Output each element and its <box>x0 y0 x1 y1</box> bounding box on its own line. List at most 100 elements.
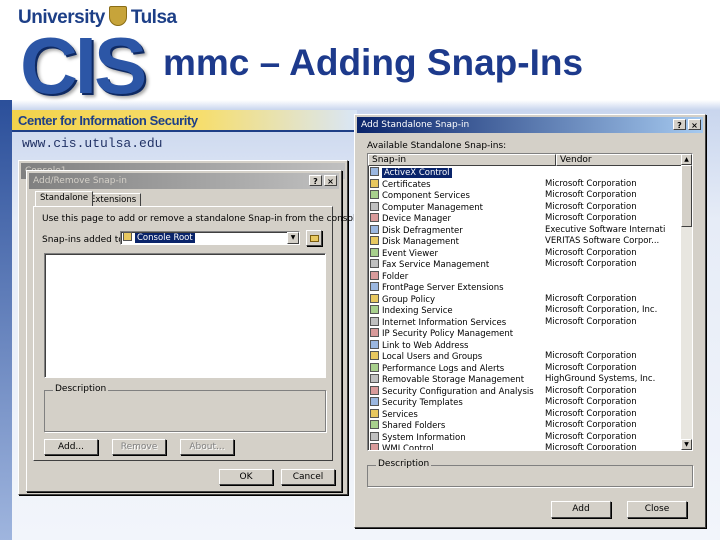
help-button[interactable]: ? <box>673 119 686 130</box>
added-snapins-list[interactable] <box>44 253 326 378</box>
center-banner: Center for Information Security <box>12 110 357 132</box>
snapin-row[interactable]: WMI Control Microsoft Corporation <box>370 443 680 451</box>
snapin-icon <box>370 293 379 303</box>
snapin-row[interactable]: Security Configuration and Analysis Micro… <box>370 385 680 398</box>
combo-field: Console Root ▼ <box>120 231 300 245</box>
snapin-vendor: Microsoft Corporation <box>545 431 637 442</box>
folder-up-icon <box>309 235 319 242</box>
cis-url[interactable]: www.cis.utulsa.edu <box>22 136 162 151</box>
snapin-row[interactable]: Disk Defragmenter Executive Software Inte… <box>370 224 680 237</box>
snapin-name-text: Disk Defragmenter <box>382 225 463 236</box>
snapin-name-text: Fax Service Management <box>382 260 490 270</box>
about-button[interactable]: About... <box>180 439 234 455</box>
snapin-icon <box>370 408 379 418</box>
snapin-row[interactable]: Internet Information Services Microsoft C… <box>370 316 680 329</box>
snapin-vendor: Microsoft Corporation <box>545 443 637 451</box>
snapin-icon <box>370 385 379 395</box>
snapin-row[interactable]: Disk Management VERITAS Software Corpor..… <box>370 236 680 248</box>
list-scrollbar[interactable]: ▲ ▼ <box>681 154 692 450</box>
snapin-name-text: Group Policy <box>382 294 436 305</box>
ok-button[interactable]: OK <box>219 469 273 485</box>
snapin-row[interactable]: Services Microsoft Corporation <box>370 408 680 421</box>
snapin-row[interactable]: Link to Web Address <box>370 339 680 352</box>
snapins-added-combo[interactable]: Console Root ▼ <box>120 231 300 245</box>
snapins-added-label: Snap-ins added to: <box>42 235 127 245</box>
snapin-vendor: Microsoft Corporation <box>545 247 637 258</box>
chevron-down-icon[interactable]: ▼ <box>287 232 299 244</box>
snapin-vendor: Microsoft Corporation <box>545 259 637 269</box>
tab-panel: Use this page to add or remove a standal… <box>33 206 364 461</box>
up-one-level-button[interactable] <box>306 230 322 246</box>
snapin-row[interactable]: Certificates Microsoft Corporation <box>370 178 680 191</box>
close-button[interactable]: × <box>324 175 337 186</box>
available-snapins-list[interactable]: Snap-in Vendor ActiveX Control Certificat… <box>367 153 693 451</box>
standalone-close-button[interactable]: Close <box>627 501 687 518</box>
snapin-row[interactable]: Computer Management Microsoft Corporation <box>370 201 680 214</box>
snapin-row[interactable]: Fax Service Management Microsoft Corporat… <box>370 259 680 271</box>
description-groupbox: Description <box>44 384 326 432</box>
snapin-row[interactable]: Component Services Microsoft Corporation <box>370 190 680 202</box>
snapin-icon <box>370 443 379 450</box>
snapin-row[interactable]: Device Manager Microsoft Corporation <box>370 213 680 225</box>
snapin-icon <box>370 247 379 257</box>
help-button[interactable]: ? <box>309 175 322 186</box>
add-button[interactable]: Add... <box>44 439 98 455</box>
snapin-vendor: Microsoft Corporation <box>545 213 637 223</box>
close-button[interactable]: × <box>688 119 701 130</box>
snapin-row[interactable]: Folder <box>370 270 680 283</box>
snapin-icon <box>370 282 379 291</box>
snapin-icon <box>370 201 379 211</box>
snapin-name-text: Device Manager <box>382 214 452 224</box>
snapin-row[interactable]: Event Viewer Microsoft Corporation <box>370 247 680 260</box>
snapin-icon <box>370 362 379 372</box>
standalone-titlebar[interactable]: Add Standalone Snap-in ? × <box>357 117 703 133</box>
list-header: Snap-in Vendor <box>368 154 692 166</box>
instruction-text: Use this page to add or remove a standal… <box>42 214 364 224</box>
snapin-icon <box>370 316 379 326</box>
snapin-icon <box>370 351 379 360</box>
slide-title: mmc – Adding Snap-Ins <box>163 42 584 83</box>
column-header-vendor[interactable]: Vendor <box>556 154 682 166</box>
snapin-vendor: Microsoft Corporation, Inc. <box>545 305 658 315</box>
snapin-name-text: Indexing Service <box>382 306 453 316</box>
add-remove-dialog: Add/Remove Snap-in ? × Standalone Extens… <box>26 170 364 492</box>
snapin-row[interactable]: Group Policy Microsoft Corporation <box>370 293 680 306</box>
snapin-icon <box>370 224 379 234</box>
remove-button[interactable]: Remove <box>112 439 166 455</box>
snapin-row[interactable]: Performance Logs and Alerts Microsoft Cor… <box>370 362 680 375</box>
snapin-row[interactable]: IP Security Policy Management <box>370 328 680 340</box>
snapin-row[interactable]: Local Users and Groups Microsoft Corporat… <box>370 351 680 363</box>
snapin-name-text: IP Security Policy Management <box>382 329 514 339</box>
snapin-vendor: Microsoft Corporation <box>545 293 637 304</box>
snapin-vendor: Microsoft Corporation <box>545 397 637 407</box>
snapin-vendor: Microsoft Corporation <box>545 178 637 189</box>
snapin-icon <box>370 236 379 245</box>
scroll-up-icon[interactable]: ▲ <box>681 154 692 165</box>
snapin-row[interactable]: FrontPage Server Extensions <box>370 282 680 294</box>
snapin-row[interactable]: System Information Microsoft Corporation <box>370 431 680 444</box>
snapin-row[interactable]: Security Templates Microsoft Corporation <box>370 397 680 409</box>
tab-standalone[interactable]: Standalone <box>35 191 94 206</box>
snapin-vendor: Microsoft Corporation <box>545 420 637 430</box>
standalone-dialog: Add Standalone Snap-in ? × Available Sta… <box>354 114 706 528</box>
scroll-down-icon[interactable]: ▼ <box>681 439 692 450</box>
snapin-icon <box>370 167 379 176</box>
snapin-icon <box>370 259 379 268</box>
scroll-thumb[interactable] <box>681 165 692 227</box>
column-header-snapin[interactable]: Snap-in <box>368 154 556 166</box>
snapin-row[interactable]: Shared Folders Microsoft Corporation <box>370 420 680 432</box>
tab-extensions[interactable]: Extensions <box>85 193 142 207</box>
add-remove-titlebar[interactable]: Add/Remove Snap-in ? × <box>29 173 339 189</box>
snapin-name-text: ActiveX Control <box>382 168 452 178</box>
snapin-icon <box>370 213 379 222</box>
snapin-name-text: Removable Storage Management <box>382 375 525 385</box>
snapin-row[interactable]: Removable Storage Management HighGround S… <box>370 374 680 386</box>
snapin-row[interactable]: Indexing Service Microsoft Corporation, I… <box>370 305 680 317</box>
snapin-row[interactable]: ActiveX Control <box>370 167 680 179</box>
snapin-icon <box>370 190 379 199</box>
cancel-button[interactable]: Cancel <box>281 469 335 485</box>
snapin-vendor: Microsoft Corporation <box>545 362 637 373</box>
combo-value: Console Root <box>123 232 283 244</box>
standalone-add-button[interactable]: Add <box>551 501 611 518</box>
snapin-icon <box>370 178 379 188</box>
